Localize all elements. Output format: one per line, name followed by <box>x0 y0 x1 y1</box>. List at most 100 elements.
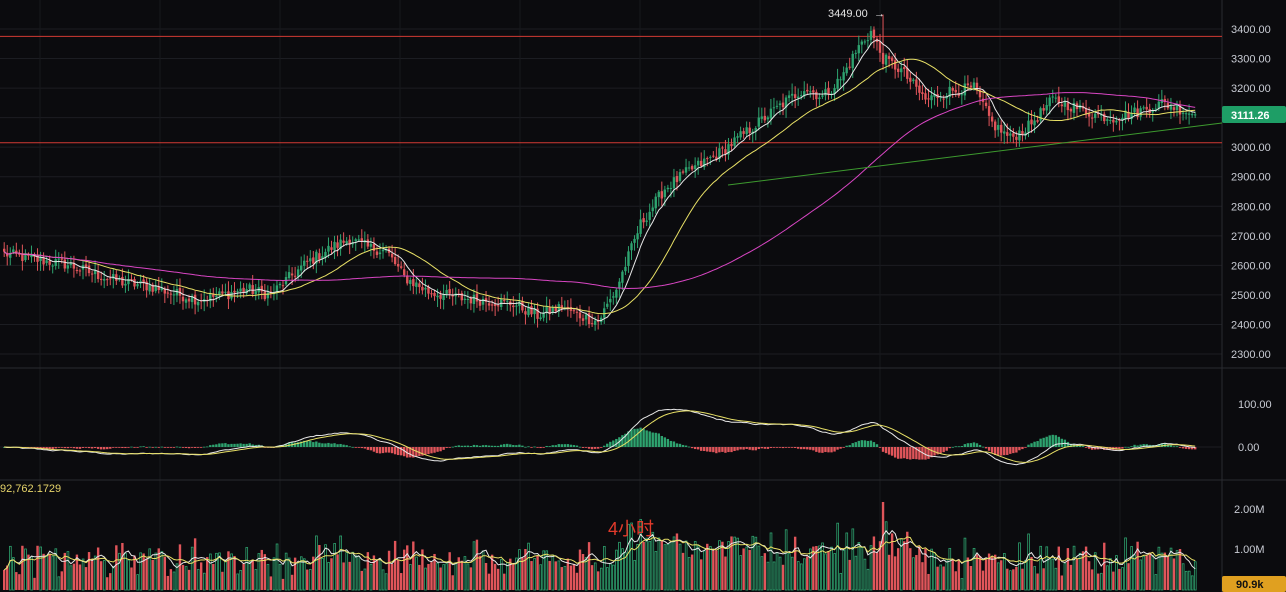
macd-bar <box>636 428 639 447</box>
candle-body <box>696 160 700 166</box>
candle-body <box>436 295 439 298</box>
candle-body <box>281 285 285 287</box>
candle-body <box>590 323 594 325</box>
candle-body <box>1187 113 1191 115</box>
volume-bar <box>303 558 306 591</box>
volume-bar <box>612 564 615 591</box>
candle-body <box>412 279 415 287</box>
candle-body <box>239 288 242 292</box>
macd-bar <box>60 447 63 448</box>
volume-bar <box>357 556 361 591</box>
candle-body <box>793 94 797 98</box>
volume-bar <box>109 573 112 590</box>
volume-bar <box>87 552 91 590</box>
candle-body <box>236 291 239 293</box>
candle-body <box>966 83 970 86</box>
volume-bar <box>272 557 276 591</box>
macd-bar <box>1133 444 1136 447</box>
macd-bar <box>542 447 545 448</box>
macd-bar <box>987 447 991 451</box>
macd-bar <box>372 447 376 452</box>
macd-bar <box>590 447 594 450</box>
volume-bar <box>30 556 33 591</box>
volume-bar <box>472 541 476 591</box>
macd-bar <box>860 440 864 447</box>
macd-bar <box>333 443 336 447</box>
volume-bar <box>1024 559 1027 591</box>
candle-body <box>842 72 845 81</box>
candle-body <box>1142 107 1145 109</box>
volume-bar <box>1090 569 1094 590</box>
volume-bar <box>1166 555 1170 590</box>
volume-bar <box>633 559 636 591</box>
candle-body <box>651 207 654 212</box>
volume-bar <box>972 547 976 591</box>
candle-body <box>221 291 224 294</box>
volume-bar <box>1012 569 1015 590</box>
volume-bar <box>542 550 546 591</box>
volume-bar <box>1015 566 1018 590</box>
candle-body <box>312 257 315 264</box>
volume-bar <box>903 541 906 590</box>
macd-bar <box>942 447 945 453</box>
macd-bar <box>1003 447 1006 456</box>
candle-body <box>890 57 894 61</box>
price-tick-label: 3200.00 <box>1231 83 1271 95</box>
volume-bar <box>354 555 358 591</box>
candle-body <box>478 300 482 306</box>
candle-body <box>1193 114 1197 116</box>
candle-body <box>860 41 864 45</box>
candle-body <box>469 297 473 304</box>
candle-body <box>1018 130 1021 141</box>
volume-bar <box>575 572 579 590</box>
candle-body <box>493 304 497 307</box>
candle-body <box>712 155 715 157</box>
volume-bar <box>1000 560 1003 590</box>
candle-body <box>578 312 582 319</box>
volume-bar <box>581 553 585 590</box>
macd-bar <box>490 445 494 447</box>
macd-bar <box>348 446 351 448</box>
macd-bar <box>1024 447 1027 448</box>
volume-bar <box>763 553 767 590</box>
volume-bar <box>796 561 800 591</box>
volume-bar <box>642 541 645 590</box>
candle-body <box>266 292 270 299</box>
candle-body <box>869 30 873 40</box>
volume-bar <box>209 553 212 591</box>
macd-bar <box>321 443 324 447</box>
volume-bar <box>1051 558 1055 591</box>
volume-bar <box>393 540 397 590</box>
volume-bar <box>830 546 833 591</box>
volume-bar <box>860 547 864 591</box>
volume-bar <box>615 549 618 591</box>
macd-bar <box>645 430 648 447</box>
macd-bar <box>972 442 976 447</box>
candle-body <box>230 292 233 299</box>
volume-bar <box>1069 564 1073 590</box>
volume-bar <box>418 564 421 590</box>
macd-bar <box>648 431 651 447</box>
macd-bar <box>487 445 491 447</box>
macd-bar <box>736 447 739 451</box>
price-tick-label: 2300.00 <box>1231 349 1271 361</box>
volume-bar <box>806 556 809 590</box>
volume-bar <box>245 547 249 591</box>
candle-body <box>924 93 927 100</box>
candle-body <box>466 299 470 301</box>
volume-value-label: 92,762.1729 <box>0 483 61 495</box>
candle-body <box>851 53 854 69</box>
macd-bar <box>581 447 585 448</box>
candle-body <box>903 67 906 69</box>
macd-bar <box>1039 438 1042 447</box>
volume-bar <box>660 540 664 590</box>
candle-body <box>648 211 651 220</box>
volume-bar <box>99 561 103 590</box>
volume-bar <box>793 536 797 590</box>
macd-tick-label: 0.00 <box>1238 442 1259 454</box>
volume-bar <box>1096 573 1100 590</box>
price-tick-label: 3000.00 <box>1231 142 1271 154</box>
macd-bar <box>812 447 815 451</box>
macd-bar <box>963 444 967 447</box>
volume-bar <box>975 554 979 590</box>
